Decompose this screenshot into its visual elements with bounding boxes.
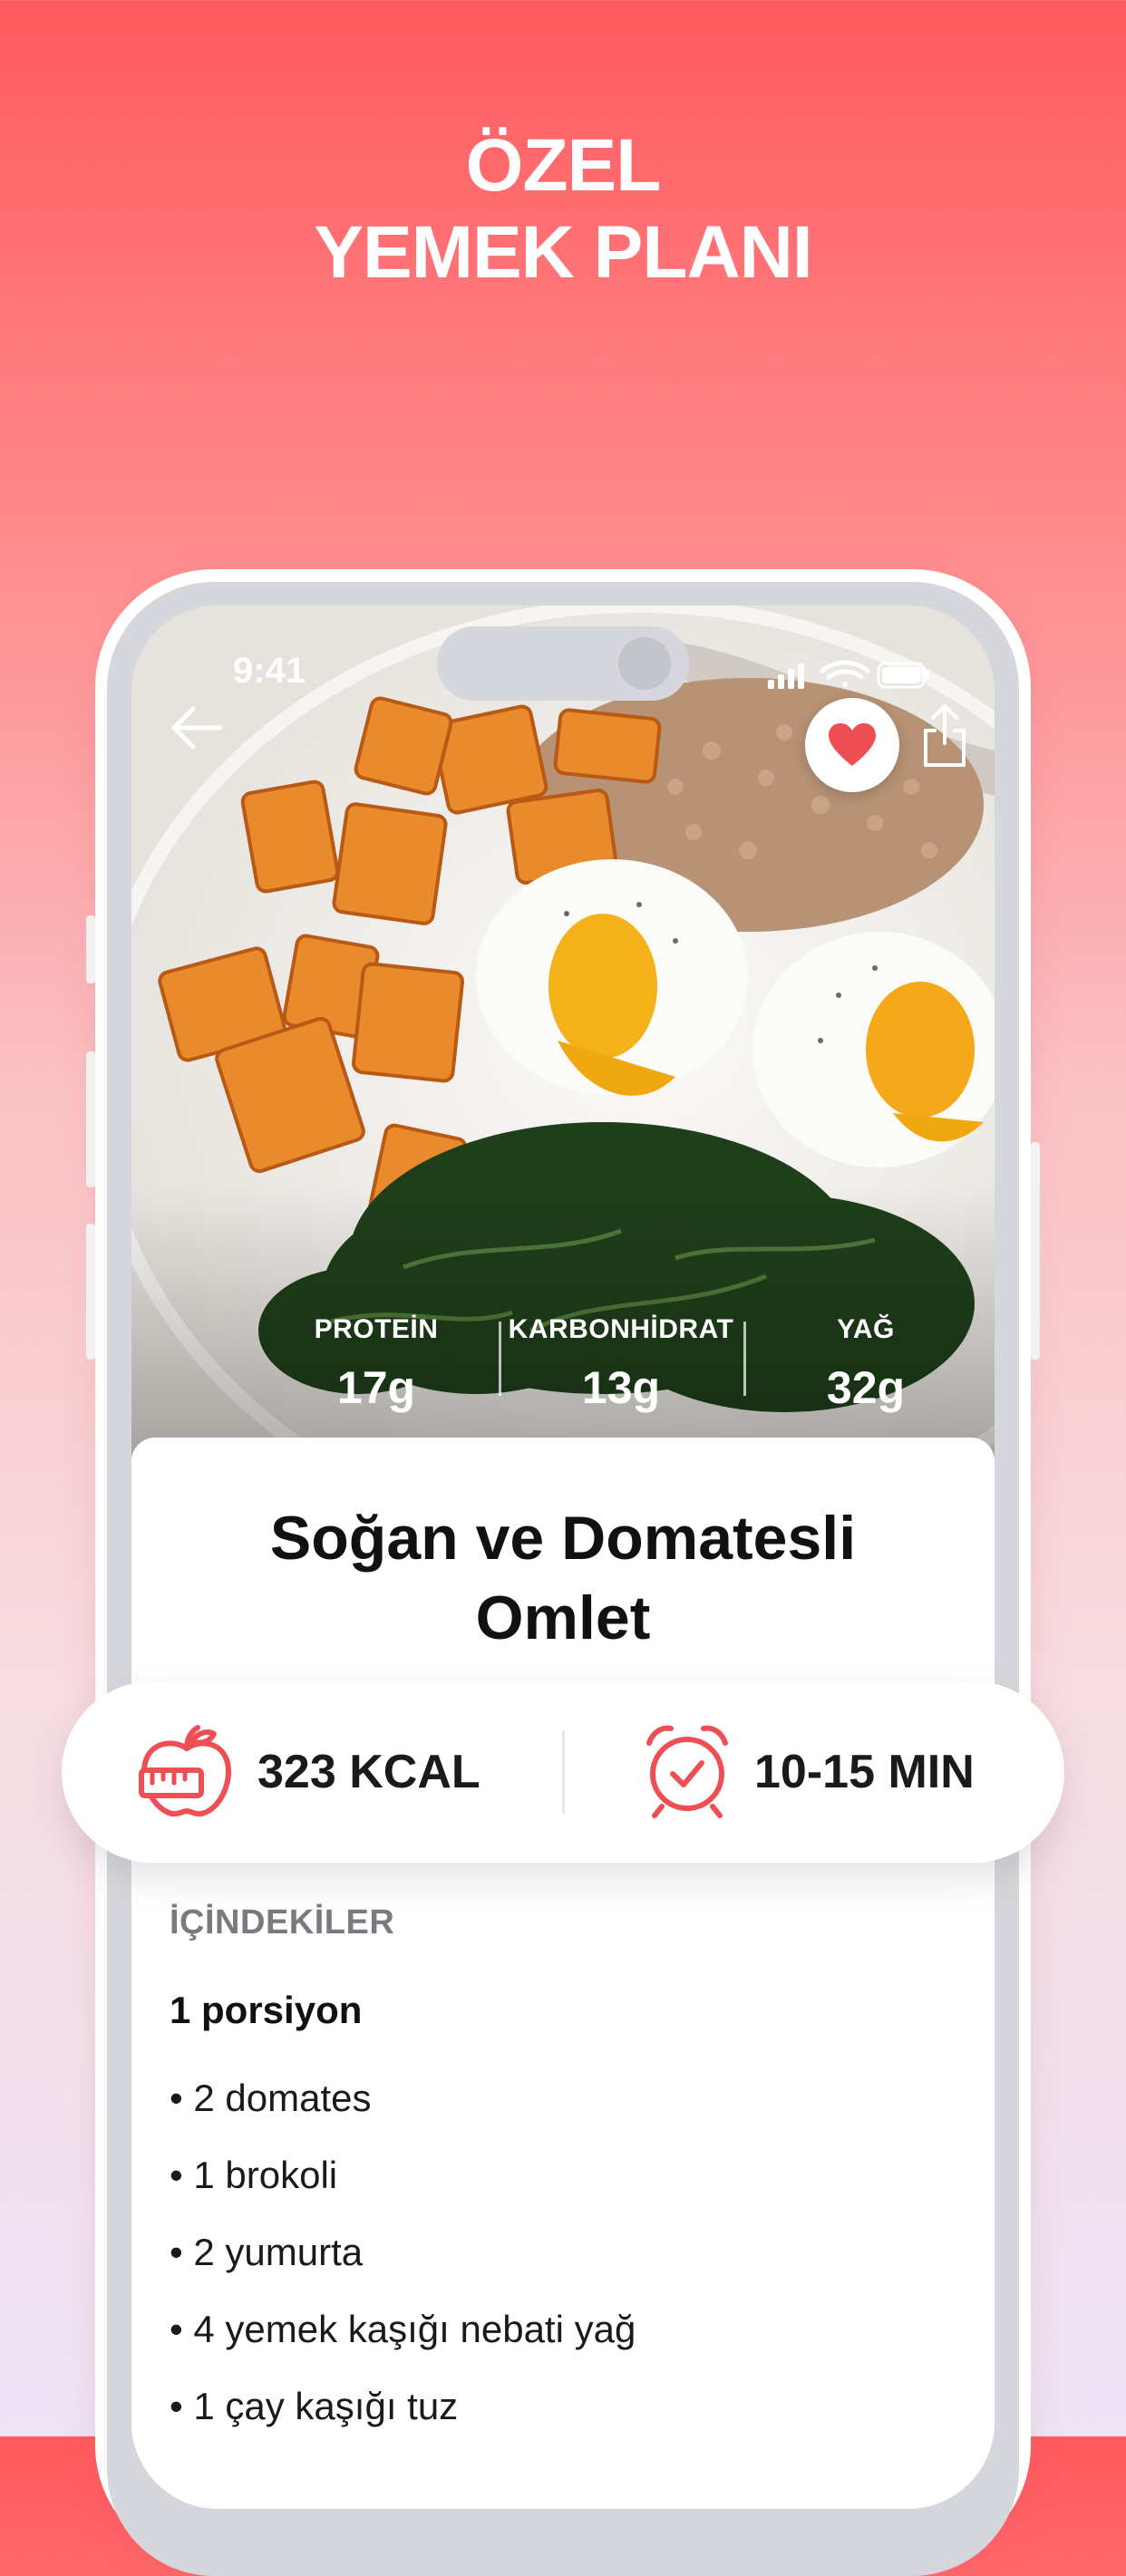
macro-value: 17g: [336, 1362, 416, 1413]
macro-value: 13g: [581, 1362, 661, 1413]
ingredient-item: 2 domates: [170, 2076, 636, 2153]
phone-side-button: [86, 1224, 95, 1360]
phone-side-button: [1031, 1142, 1040, 1360]
ingredient-item: 4 yemek kaşığı nebati yağ: [170, 2307, 636, 2384]
ingredient-item: 1 brokoli: [170, 2153, 636, 2230]
macro-value: 32g: [826, 1362, 906, 1413]
wifi-icon: [820, 660, 870, 687]
macro-label: YAĞ: [837, 1314, 895, 1344]
headline: ÖZEL YEMEK PLANI: [0, 122, 1126, 296]
duration-value: 10-15 MIN: [754, 1746, 975, 1798]
share-icon[interactable]: [913, 700, 976, 772]
recipe-title: Soğan ve Domatesli Omlet: [131, 1498, 995, 1658]
favorite-button[interactable]: [805, 698, 899, 792]
alarm-clock-icon: [646, 1725, 728, 1818]
recipe-title-line-1: Soğan ve Domatesli: [269, 1504, 857, 1573]
ingredient-item: 1 çay kaşığı tuz: [170, 2384, 636, 2461]
macro-label: KARBONHİDRAT: [508, 1314, 734, 1344]
recipe-title-line-2: Omlet: [475, 1583, 651, 1652]
back-arrow-icon[interactable]: [166, 696, 229, 760]
headline-line-1: ÖZEL: [465, 124, 662, 207]
info-divider: [562, 1730, 565, 1814]
macro-protein: PROTEİN 17g: [254, 1294, 499, 1413]
front-camera: [618, 637, 671, 690]
portion-label: 1 porsiyon: [170, 1989, 363, 2031]
battery-icon: [877, 662, 929, 689]
status-icons: [768, 660, 929, 689]
recipe-info-pill: 323 KCAL 10-15 MIN: [62, 1681, 1064, 1863]
calories-info: 323 KCAL: [138, 1681, 480, 1863]
ingredient-list: 2 domates 1 brokoli 2 yumurta 4 yemek ka…: [170, 2076, 636, 2461]
macro-fat: YAĞ 32g: [743, 1294, 988, 1413]
dynamic-island: [437, 626, 689, 701]
headline-line-2: YEMEK PLANI: [314, 211, 812, 294]
ingredients-title: İÇİNDEKİLER: [170, 1903, 395, 1942]
phone-side-button: [86, 915, 95, 983]
macro-summary: PROTEİN 17g KARBONHİDRAT 13g YAĞ 32g: [254, 1294, 995, 1413]
status-time: 9:41: [233, 651, 306, 691]
duration-info: 10-15 MIN: [642, 1681, 975, 1863]
heart-icon: [829, 723, 876, 766]
phone-side-button: [86, 1051, 95, 1187]
macro-carbs: KARBONHİDRAT 13g: [499, 1294, 743, 1413]
apple-measure-icon: [139, 1725, 231, 1817]
ingredient-item: 2 yumurta: [170, 2230, 636, 2307]
macro-label: PROTEİN: [314, 1314, 439, 1344]
signal-icon: [768, 663, 804, 689]
calories-value: 323 KCAL: [257, 1746, 480, 1798]
